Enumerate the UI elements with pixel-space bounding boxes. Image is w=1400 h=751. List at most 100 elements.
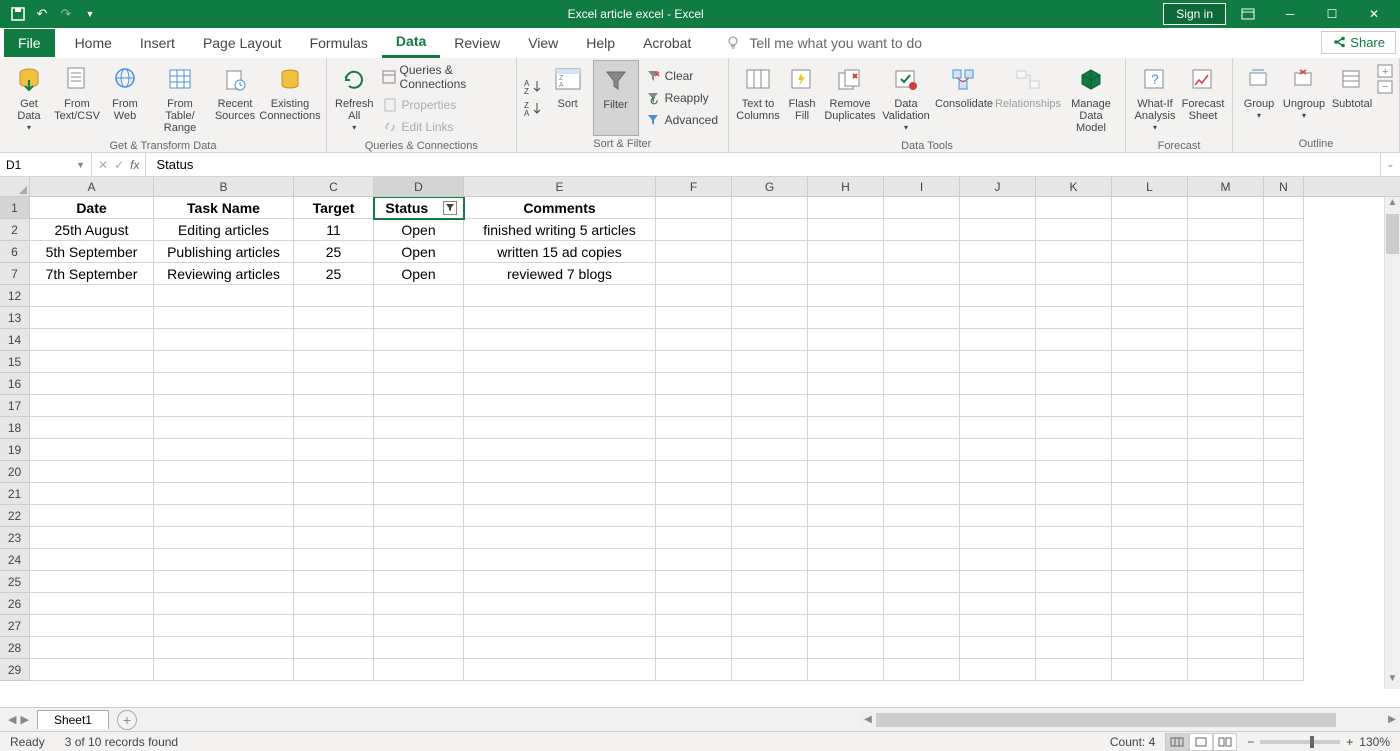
- cell[interactable]: [884, 527, 960, 549]
- cell[interactable]: [374, 637, 464, 659]
- sheet-nav-next-icon[interactable]: ▶: [20, 713, 28, 726]
- tab-file[interactable]: File: [4, 29, 55, 57]
- existing-connections-button[interactable]: Existing Connections: [260, 60, 320, 138]
- cell[interactable]: [656, 505, 732, 527]
- cell[interactable]: [884, 219, 960, 241]
- cell[interactable]: [294, 373, 374, 395]
- cell[interactable]: [1036, 549, 1112, 571]
- cell[interactable]: [30, 285, 154, 307]
- cell[interactable]: [656, 615, 732, 637]
- cell[interactable]: [464, 505, 656, 527]
- scroll-left-icon[interactable]: ◀: [860, 714, 876, 725]
- cell[interactable]: [374, 285, 464, 307]
- cell[interactable]: Status: [374, 197, 464, 219]
- cell[interactable]: [656, 417, 732, 439]
- cell[interactable]: [464, 439, 656, 461]
- cell[interactable]: [732, 307, 808, 329]
- cell[interactable]: [656, 373, 732, 395]
- text-to-columns-button[interactable]: Text to Columns: [735, 60, 781, 138]
- cell[interactable]: [1264, 571, 1304, 593]
- cell[interactable]: [1036, 329, 1112, 351]
- cell[interactable]: [464, 527, 656, 549]
- cell[interactable]: [884, 307, 960, 329]
- cell[interactable]: [1264, 219, 1304, 241]
- cell[interactable]: [30, 571, 154, 593]
- cell[interactable]: [732, 197, 808, 219]
- enter-formula-icon[interactable]: ✓: [114, 158, 124, 172]
- cell[interactable]: [732, 659, 808, 681]
- cell[interactable]: [154, 395, 294, 417]
- cell[interactable]: [960, 527, 1036, 549]
- cell[interactable]: [294, 461, 374, 483]
- row-header[interactable]: 2: [0, 219, 30, 241]
- tab-review[interactable]: Review: [440, 29, 514, 57]
- cell[interactable]: [808, 307, 884, 329]
- row-header[interactable]: 24: [0, 549, 30, 571]
- column-header[interactable]: L: [1112, 177, 1188, 196]
- tab-page-layout[interactable]: Page Layout: [189, 29, 296, 57]
- cell[interactable]: [884, 549, 960, 571]
- scroll-right-icon[interactable]: ▶: [1384, 714, 1400, 725]
- cell[interactable]: [1188, 417, 1264, 439]
- tab-insert[interactable]: Insert: [126, 29, 189, 57]
- row-header[interactable]: 19: [0, 439, 30, 461]
- cell[interactable]: [808, 615, 884, 637]
- cell[interactable]: [1112, 395, 1188, 417]
- cell[interactable]: [1188, 637, 1264, 659]
- undo-icon[interactable]: ↶: [34, 6, 50, 22]
- cell[interactable]: [1264, 505, 1304, 527]
- cell[interactable]: [1264, 351, 1304, 373]
- row-header[interactable]: 7: [0, 263, 30, 285]
- cell[interactable]: [30, 373, 154, 395]
- from-table-range-button[interactable]: From Table/ Range: [150, 60, 210, 138]
- zoom-out-button[interactable]: −: [1247, 735, 1254, 749]
- cell[interactable]: [464, 483, 656, 505]
- consolidate-button[interactable]: Consolidate: [935, 60, 993, 138]
- cell[interactable]: [732, 593, 808, 615]
- cell[interactable]: [732, 549, 808, 571]
- cell[interactable]: reviewed 7 blogs: [464, 263, 656, 285]
- manage-data-model-button[interactable]: Manage Data Model: [1063, 60, 1119, 138]
- cell[interactable]: [656, 329, 732, 351]
- cell[interactable]: [732, 505, 808, 527]
- cell[interactable]: [294, 549, 374, 571]
- cell[interactable]: [884, 461, 960, 483]
- relationships-button[interactable]: Relationships: [995, 60, 1061, 138]
- cell[interactable]: [656, 439, 732, 461]
- sort-az-icon[interactable]: AZ: [523, 78, 543, 96]
- cell[interactable]: [294, 637, 374, 659]
- name-box[interactable]: D1 ▼: [0, 153, 92, 176]
- cell[interactable]: [1264, 659, 1304, 681]
- tab-help[interactable]: Help: [572, 29, 629, 57]
- cell[interactable]: [808, 505, 884, 527]
- cell[interactable]: [808, 483, 884, 505]
- cell[interactable]: [1188, 329, 1264, 351]
- cell[interactable]: [656, 263, 732, 285]
- cell[interactable]: [808, 263, 884, 285]
- cell[interactable]: [374, 417, 464, 439]
- cell[interactable]: [1188, 483, 1264, 505]
- cell[interactable]: 11: [294, 219, 374, 241]
- cell[interactable]: [656, 637, 732, 659]
- cell[interactable]: [884, 615, 960, 637]
- expand-formula-bar-icon[interactable]: ⌄: [1380, 153, 1400, 176]
- cell[interactable]: [374, 461, 464, 483]
- cell[interactable]: [808, 593, 884, 615]
- cell[interactable]: [884, 263, 960, 285]
- cell[interactable]: [30, 351, 154, 373]
- cell[interactable]: [1264, 615, 1304, 637]
- cell[interactable]: [464, 659, 656, 681]
- cell[interactable]: [464, 285, 656, 307]
- cell[interactable]: [732, 461, 808, 483]
- cell[interactable]: [1188, 439, 1264, 461]
- cell[interactable]: [30, 483, 154, 505]
- cell[interactable]: [960, 307, 1036, 329]
- cell[interactable]: [656, 549, 732, 571]
- cell[interactable]: [1264, 549, 1304, 571]
- ribbon-options-icon[interactable]: [1228, 0, 1268, 28]
- cell[interactable]: [1036, 263, 1112, 285]
- cell[interactable]: Date: [30, 197, 154, 219]
- cell[interactable]: [808, 395, 884, 417]
- cell[interactable]: [1188, 197, 1264, 219]
- cell[interactable]: 7th September: [30, 263, 154, 285]
